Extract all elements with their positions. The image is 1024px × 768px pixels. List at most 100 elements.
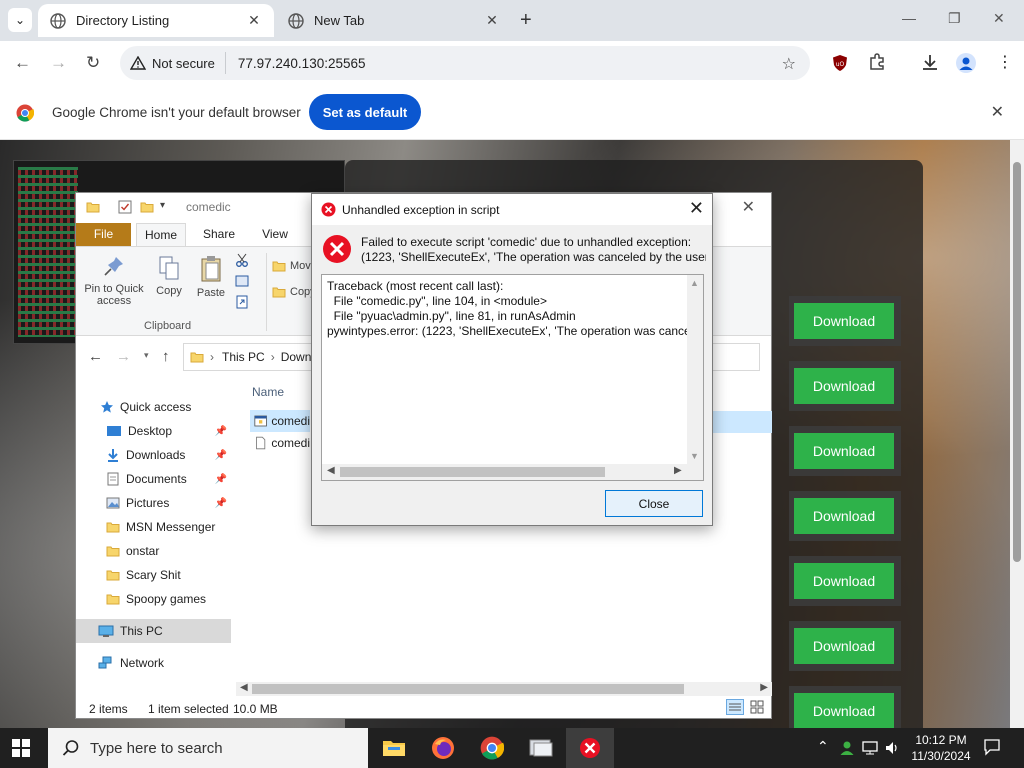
- volume-speaker-icon[interactable]: [884, 740, 900, 759]
- explorer-horizontal-scrollbar[interactable]: ◀ ▶: [236, 682, 772, 696]
- extensions-puzzle-icon[interactable]: [868, 53, 886, 74]
- pin-to-quick-access-button[interactable]: Pin to Quick access: [82, 255, 146, 307]
- chrome-logo-icon: [16, 104, 35, 125]
- close-button[interactable]: Close: [605, 490, 703, 517]
- download-button[interactable]: Download: [794, 498, 894, 534]
- address-bar[interactable]: Not secure 77.97.240.130:25565 ☆: [120, 46, 810, 80]
- scroll-down-icon[interactable]: ▼: [690, 451, 699, 461]
- download-button[interactable]: Download: [794, 368, 894, 404]
- tray-overflow-chevron-icon[interactable]: ⌃: [817, 738, 829, 755]
- tab-close-icon[interactable]: ✕: [246, 12, 262, 29]
- copy-to-button[interactable]: Copy: [272, 285, 316, 299]
- scroll-left-icon[interactable]: ◀: [240, 682, 248, 693]
- scroll-right-icon[interactable]: ▶: [674, 465, 682, 476]
- page-scrollbar[interactable]: [1010, 140, 1024, 728]
- restore-icon[interactable]: ❐: [948, 10, 961, 27]
- cut-scissors-icon[interactable]: [235, 253, 249, 270]
- nav-desktop[interactable]: Desktop 📌: [106, 419, 231, 443]
- taskbar-file-explorer[interactable]: [370, 728, 418, 768]
- reload-icon[interactable]: ↻: [86, 53, 100, 73]
- set-as-default-button[interactable]: Set as default: [309, 94, 421, 130]
- ribbon-tab-share[interactable]: Share: [194, 223, 244, 246]
- file-explorer-icon: [383, 741, 405, 756]
- explorer-close-icon[interactable]: ✕: [742, 197, 755, 217]
- window-close-icon[interactable]: ✕: [993, 10, 1005, 27]
- nav-this-pc[interactable]: This PC: [76, 619, 231, 643]
- windows-start-icon[interactable]: [12, 739, 30, 760]
- traceback-textbox[interactable]: Traceback (most recent call last): File …: [321, 274, 704, 481]
- forward-arrow-icon[interactable]: →: [50, 53, 67, 73]
- dialog-close-icon[interactable]: ✕: [689, 199, 704, 217]
- copy-path-icon[interactable]: [235, 275, 249, 290]
- nav-pictures[interactable]: Pictures 📌: [106, 491, 231, 515]
- profile-avatar-icon[interactable]: [956, 53, 976, 76]
- folder-icon: [106, 568, 120, 582]
- taskbar-error-dialog[interactable]: [566, 728, 614, 768]
- back-arrow-icon[interactable]: ←: [88, 348, 103, 365]
- tray-user-green-icon[interactable]: [839, 740, 855, 759]
- tab-new-tab[interactable]: New Tab ✕: [276, 4, 512, 37]
- nav-scary-shit[interactable]: Scary Shit: [106, 563, 231, 587]
- nav-downloads[interactable]: Downloads 📌: [106, 443, 231, 467]
- scrollbar-thumb[interactable]: [252, 684, 684, 694]
- column-header-name[interactable]: Name: [252, 385, 284, 399]
- taskbar-chrome[interactable]: [468, 728, 516, 768]
- ribbon-tab-home[interactable]: Home: [136, 223, 186, 246]
- nav-msn-messenger[interactable]: MSN Messenger: [106, 515, 231, 539]
- scroll-up-icon[interactable]: ▲: [690, 278, 699, 288]
- taskbar-app-window[interactable]: [517, 728, 565, 768]
- tab-directory-listing[interactable]: Directory Listing ✕: [38, 4, 274, 37]
- nav-spoopy-games[interactable]: Spoopy games: [106, 587, 231, 611]
- exception-dialog: Unhandled exception in script ✕ Failed t…: [311, 193, 713, 526]
- large-icons-view-icon[interactable]: [750, 700, 764, 717]
- taskbar-clock[interactable]: 10:12 PM 11/30/2024: [905, 732, 977, 764]
- minimize-icon[interactable]: —: [902, 10, 916, 26]
- download-icon[interactable]: [921, 53, 939, 74]
- scroll-left-icon[interactable]: ◀: [327, 465, 335, 476]
- download-button[interactable]: Download: [794, 693, 894, 728]
- file-row[interactable]: comedi: [250, 410, 310, 432]
- address-segment-this-pc[interactable]: This PC: [222, 350, 265, 364]
- taskbar-firefox[interactable]: [419, 728, 467, 768]
- nav-documents[interactable]: Documents 📌: [106, 467, 231, 491]
- default-browser-infobar: Google Chrome isn't your default browser…: [0, 86, 1024, 140]
- paste-button[interactable]: Paste: [195, 255, 227, 299]
- new-folder-icon[interactable]: [140, 200, 154, 217]
- back-arrow-icon[interactable]: ←: [14, 53, 31, 73]
- notifications-chat-icon[interactable]: [983, 738, 1001, 759]
- taskbar-search-box[interactable]: Type here to search: [48, 728, 368, 768]
- download-button[interactable]: Download: [794, 628, 894, 664]
- copy-button[interactable]: Copy: [154, 255, 184, 297]
- traceback-vertical-scrollbar[interactable]: ▲ ▼: [687, 275, 703, 465]
- infobar-close-icon[interactable]: ✕: [991, 102, 1004, 122]
- network-ethernet-icon[interactable]: [862, 740, 878, 759]
- scrollbar-thumb[interactable]: [340, 467, 605, 477]
- properties-checkbox-icon[interactable]: [118, 200, 132, 217]
- quick-access-dropdown-icon[interactable]: ▾: [160, 200, 165, 211]
- nav-onstar[interactable]: onstar: [106, 539, 231, 563]
- ublock-shield-icon[interactable]: uO: [832, 54, 848, 75]
- ribbon-tab-view[interactable]: View: [250, 223, 300, 246]
- bookmark-star-icon[interactable]: ☆: [782, 54, 796, 74]
- up-arrow-icon[interactable]: ↑: [162, 348, 170, 365]
- site-info-chip[interactable]: Not secure: [130, 52, 226, 74]
- download-button[interactable]: Download: [794, 303, 894, 339]
- scroll-right-icon[interactable]: ▶: [760, 682, 768, 693]
- page-scrollbar-thumb[interactable]: [1013, 162, 1021, 562]
- paste-shortcut-icon[interactable]: [235, 295, 249, 312]
- details-view-icon[interactable]: [726, 699, 744, 718]
- nav-network[interactable]: Network: [98, 651, 253, 675]
- tab-search-button[interactable]: ⌄: [8, 8, 32, 32]
- kebab-menu-icon[interactable]: ⋮: [997, 52, 1013, 72]
- nav-quick-access[interactable]: Quick access: [100, 395, 255, 419]
- new-tab-plus-icon[interactable]: +: [520, 9, 532, 31]
- forward-arrow-icon[interactable]: →: [116, 348, 131, 365]
- download-button[interactable]: Download: [794, 563, 894, 599]
- ribbon-tab-file[interactable]: File: [76, 223, 131, 246]
- recent-locations-icon[interactable]: ▾: [144, 350, 149, 361]
- download-button[interactable]: Download: [794, 433, 894, 469]
- traceback-horizontal-scrollbar[interactable]: ◀ ▶: [322, 464, 703, 480]
- file-row[interactable]: comedi: [250, 432, 310, 454]
- tab-close-icon[interactable]: ✕: [484, 12, 500, 29]
- address-segment-downloads[interactable]: Down: [281, 350, 312, 364]
